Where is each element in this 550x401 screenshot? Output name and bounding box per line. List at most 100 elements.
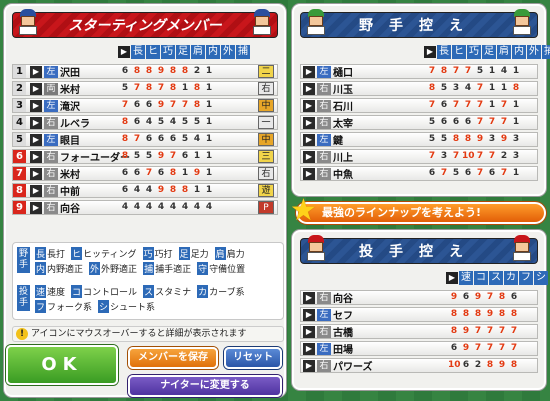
table-row[interactable]: ▶ 右川玉 8 5 3 4 7 1 1 8 — [300, 81, 538, 96]
stat-value: 4 — [169, 202, 177, 212]
arrow-right-icon: ▶ — [424, 45, 436, 58]
stat-value: 8 — [145, 66, 153, 76]
table-row[interactable]: 1 ▶ 左沢田 6 8 8 9 8 8 2 1 二 — [12, 64, 278, 79]
stat-header-row: ▶ 長ヒ巧足肩内外捕 — [424, 44, 550, 59]
table-row[interactable]: ▶ 左樋口 7 8 7 7 5 1 4 1 — [300, 64, 538, 79]
player-stats: 85597611 — [119, 151, 215, 161]
table-row[interactable]: ▶ 右中魚 6 7 5 6 7 6 7 1 — [300, 166, 538, 181]
stat-header-cell: フ — [519, 270, 533, 285]
pitcher-panel: 投手控え ▶ 速コスカフシ ▶ 右向谷 9 6 9 7 8 6 ▶ 左セフ 8 8 8 9 8 8 ▶ 右古橋 8 9 7… — [292, 230, 548, 390]
stat-value: 6 — [157, 134, 165, 144]
stat-value: 8 — [428, 83, 436, 93]
starting-lineup-list: 1 ▶ 左沢田 6 8 8 9 8 8 2 1 二 2 ▶ 両米村 5 7 8 7 8 1 8 1 右 3 ▶ 左滝沢 7 6 6 9 7 7 8… — [12, 64, 278, 217]
stat-value: 7 — [488, 151, 496, 161]
stat-value: 1 — [193, 185, 201, 195]
stat-value: 7 — [452, 66, 460, 76]
player-stats: 86454551 — [119, 117, 215, 127]
player-name: 滝沢 — [60, 102, 80, 113]
night-game-button[interactable]: ナイターに変更する — [128, 375, 282, 397]
legend-key: 巧 — [142, 247, 154, 260]
table-row[interactable]: ▶ 右石川 7 6 7 7 7 1 7 1 — [300, 98, 538, 113]
stat-header-row: ▶ 長ヒ巧足肩内外捕 — [118, 44, 251, 59]
arrow-right-icon: ▶ — [30, 167, 42, 180]
stat-value: 8 — [512, 83, 520, 93]
position-badge[interactable]: 三 — [258, 150, 274, 163]
table-row[interactable]: ▶ 右古橋 8 9 7 7 7 7 — [300, 324, 538, 339]
throwing-hand: 右 — [317, 325, 331, 338]
save-members-button[interactable]: メンバーを保存 — [128, 347, 218, 369]
arrow-right-icon: ▶ — [446, 271, 458, 284]
position-badge[interactable]: 右 — [258, 167, 274, 180]
legend-label: 守備位置 — [209, 265, 246, 275]
table-row[interactable]: 3 ▶ 左滝沢 7 6 6 9 7 7 8 1 中 — [12, 98, 278, 113]
player-name: 川上 — [333, 153, 353, 164]
stat-value: 3 — [512, 151, 520, 161]
stat-value: 8 — [121, 134, 129, 144]
legend-key: ヒ — [71, 247, 83, 260]
stat-value: 6 — [462, 360, 470, 370]
position-badge[interactable]: 右 — [258, 82, 274, 95]
legend-key: 外 — [89, 262, 101, 275]
position-badge[interactable]: 中 — [258, 99, 274, 112]
stat-value: 6 — [133, 117, 141, 127]
stat-value: 1 — [205, 83, 213, 93]
stat-value: 4 — [193, 202, 201, 212]
table-row[interactable]: 7 ▶ 右米村 6 6 7 6 8 1 9 1 右 — [12, 166, 278, 181]
stat-value: 4 — [157, 202, 165, 212]
bench-title: 野手控え — [359, 18, 479, 34]
ok-button[interactable]: OK — [6, 345, 118, 385]
position-badge[interactable]: 二 — [258, 65, 274, 78]
legend-label: 内野適正 — [47, 265, 84, 275]
stat-value: 1 — [181, 83, 189, 93]
stat-value: 5 — [145, 151, 153, 161]
table-row[interactable]: 2 ▶ 両米村 5 7 8 7 8 1 8 1 右 — [12, 81, 278, 96]
stat-value: 4 — [205, 202, 213, 212]
stat-value: 7 — [488, 117, 496, 127]
table-row[interactable]: ▶ 左田場 6 9 7 7 7 7 — [300, 341, 538, 356]
table-row[interactable]: 4 ▶ 右ルベラ 8 6 4 5 4 5 5 1 一 — [12, 115, 278, 130]
player-name: 石川 — [333, 102, 353, 113]
stat-value: 8 — [193, 83, 201, 93]
table-row[interactable]: ▶ 右向谷 9 6 9 7 8 6 — [300, 290, 538, 305]
stat-value: 8 — [169, 66, 177, 76]
table-row[interactable]: ▶ 右川上 7 3 7 10 7 7 2 3 — [300, 149, 538, 164]
table-row[interactable]: ▶ 左セフ 8 8 8 9 8 8 — [300, 307, 538, 322]
stat-value: 10 — [462, 151, 475, 161]
batting-hand: 右 — [44, 167, 58, 180]
stat-value: 1 — [193, 151, 201, 161]
bench-list: ▶ 左樋口 7 8 7 7 5 1 4 1 ▶ 右川玉 8 5 3 4 7 1 1 8 ▶ 右石川 7 6 7 7 7 1 7 1 ▶ 右太宰… — [300, 64, 538, 183]
table-row[interactable]: 6 ▶ 右フォーユーダー 8 5 5 9 7 6 1 1 三 — [12, 149, 278, 164]
position-badge[interactable]: 遊 — [258, 184, 274, 197]
legend-label: フォーク系 — [47, 303, 93, 313]
stat-value: 8 — [181, 66, 189, 76]
stat-value: 8 — [474, 309, 482, 319]
legend-key: 長 — [35, 247, 47, 260]
bench-panel: 野手控え ▶ 長ヒ巧足肩内外捕 ▶ 左樋口 7 8 7 7 5 1 4 1 ▶ 右川玉 8 5 3 4 7 1 1 8 ▶… — [292, 4, 550, 196]
position-badge[interactable]: 中 — [258, 133, 274, 146]
stat-value: 7 — [464, 100, 472, 110]
stat-header-cell: 内 — [206, 44, 220, 59]
table-row[interactable]: ▶ 左鍵 5 5 8 8 9 3 9 3 — [300, 132, 538, 147]
position-badge[interactable]: P — [258, 201, 274, 214]
table-row[interactable]: 8 ▶ 右中前 6 4 4 9 8 8 1 1 遊 — [12, 183, 278, 198]
player-stats: 67567671 — [426, 168, 522, 178]
reset-button[interactable]: リセット — [224, 347, 282, 369]
position-badge[interactable]: 一 — [258, 116, 274, 129]
stat-value: 4 — [181, 202, 189, 212]
table-row[interactable]: 5 ▶ 左眼目 8 7 6 6 6 5 4 1 中 — [12, 132, 278, 147]
table-row[interactable]: 9 ▶ 右向谷 4 4 4 4 4 4 4 4 P — [12, 200, 278, 215]
table-row[interactable]: ▶ 右太宰 5 6 6 6 7 7 7 1 — [300, 115, 538, 130]
table-row[interactable]: ▶ 右パワーズ 10 6 2 8 9 8 — [300, 358, 538, 373]
arrow-right-icon: ▶ — [303, 99, 315, 112]
stat-header-cell: 巧 — [161, 44, 175, 59]
banner-text: 最強のラインナップを考えよう! — [322, 206, 482, 219]
stat-value: 7 — [500, 117, 508, 127]
player-name: 古橋 — [333, 328, 353, 339]
stat-value: 7 — [498, 343, 506, 353]
player-stats: 68898821 — [119, 66, 215, 76]
stat-header-cell: 肩 — [191, 44, 205, 59]
stat-value: 7 — [169, 100, 177, 110]
stat-value: 4 — [169, 117, 177, 127]
stat-value: 7 — [476, 168, 484, 178]
stat-value: 6 — [145, 100, 153, 110]
